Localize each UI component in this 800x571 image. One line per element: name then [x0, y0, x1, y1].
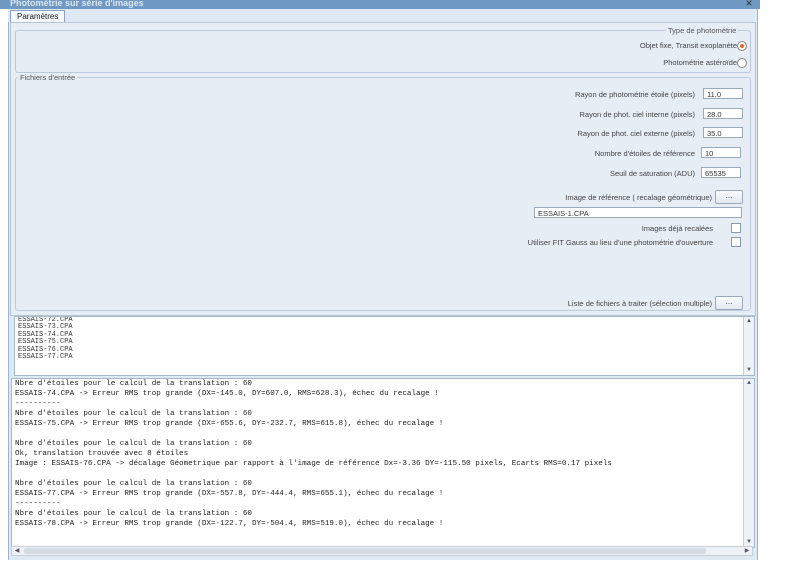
- log-line: Ok, translation trouvée avec 8 étoiles: [15, 450, 189, 458]
- desktop-strip: [0, 562, 800, 571]
- log-output[interactable]: Nbre d'étoiles pour le calcul de la tran…: [11, 378, 755, 548]
- parameters-panel: Type de photométrie Objet fixe, Transit …: [10, 22, 756, 316]
- log-line: Nbre d'étoiles pour le calcul de la tran…: [15, 510, 252, 518]
- log-line: Nbre d'étoiles pour le calcul de la tran…: [15, 480, 252, 488]
- reference-image-input[interactable]: ESSAIS-1.CPA: [534, 207, 742, 218]
- sky-inner-radius-input[interactable]: 28.0: [703, 108, 743, 119]
- tab-parametres[interactable]: Paramètres: [10, 10, 66, 22]
- reference-stars-input[interactable]: 10: [701, 147, 741, 158]
- log-line: Nbre d'étoiles pour le calcul de la tran…: [15, 440, 252, 448]
- sky-outer-radius-label: Rayon de phot. ciel externe (pixels): [577, 129, 695, 138]
- list-item[interactable]: ESSAIS-72.CPA: [15, 317, 754, 324]
- scroll-thumb[interactable]: [24, 548, 706, 554]
- log-line: Nbre d'étoiles pour le calcul de la tran…: [15, 410, 252, 418]
- option-asteroid-label: Photométrie astéroïde: [663, 58, 737, 67]
- file-list-label: Liste de fichiers à traiter (sélection m…: [567, 299, 712, 308]
- list-item[interactable]: ESSAIS-77.CPA: [15, 353, 754, 361]
- saturation-label: Seuil de saturation (ADU): [609, 169, 695, 178]
- list-item[interactable]: ESSAIS-76.CPA: [15, 346, 754, 354]
- star-radius-label: Rayon de photométrie étoile (pixels): [574, 90, 695, 99]
- log-line: ESSAIS-75.CPA -> Erreur RMS trop grande …: [15, 420, 444, 428]
- scroll-up-icon[interactable]: ▲: [744, 379, 754, 388]
- list-item[interactable]: ESSAIS-73.CPA: [15, 323, 754, 331]
- radio-asteroid[interactable]: [737, 58, 747, 68]
- log-line: ----------: [15, 400, 61, 408]
- tab-bar: Paramètres: [8, 9, 756, 22]
- log-horizontal-scrollbar[interactable]: ◀ ▶: [11, 546, 753, 556]
- scroll-left-icon[interactable]: ◀: [12, 547, 22, 555]
- scroll-up-icon[interactable]: ▲: [744, 317, 754, 326]
- title-bar: Photométrie sur série d'images: [0, 0, 760, 9]
- reference-image-label: Image de référence ( recalage géométriqu…: [565, 193, 712, 202]
- already-registered-label: Images déjà recalées: [641, 224, 713, 233]
- window-title: Photométrie sur série d'images: [10, 0, 144, 8]
- close-button[interactable]: ×: [742, 0, 756, 9]
- log-line: ----------: [15, 500, 61, 508]
- photometry-type-legend: Type de photométrie: [668, 26, 737, 35]
- reference-stars-label: Nombre d'étoiles de référence: [594, 149, 695, 158]
- scroll-right-icon[interactable]: ▶: [742, 547, 752, 555]
- option-fixed-object-label: Objet fixe, Transit exoplanète: [639, 41, 737, 50]
- file-list-scrollbar[interactable]: ▲ ▼: [743, 317, 754, 375]
- log-line: ESSAIS-78.CPA -> Erreur RMS trop grande …: [15, 520, 444, 528]
- saturation-input[interactable]: 65535: [701, 167, 741, 178]
- input-files-group: Fichiers d'entrée: [15, 73, 751, 311]
- list-item[interactable]: ESSAIS-75.CPA: [15, 338, 754, 346]
- gaussian-fit-label: Utiliser FIT Gauss au lieu d'une photomé…: [527, 238, 713, 247]
- log-line: Nbre d'étoiles pour le calcul de la tran…: [15, 380, 252, 388]
- log-line: Image : ESSAIS-76.CPA -> décalage Géomet…: [15, 460, 612, 468]
- gaussian-fit-checkbox[interactable]: [731, 237, 741, 247]
- log-line: ESSAIS-74.CPA -> Erreur RMS trop grande …: [15, 390, 439, 398]
- already-registered-checkbox[interactable]: [731, 223, 741, 233]
- radio-fixed-object[interactable]: [737, 41, 747, 51]
- log-scrollbar[interactable]: ▲ ▼: [743, 379, 754, 547]
- sky-inner-radius-label: Rayon de phot. ciel interne (pixels): [579, 110, 695, 119]
- scroll-down-icon[interactable]: ▼: [744, 366, 754, 375]
- input-files-legend: Fichiers d'entrée: [20, 73, 76, 82]
- star-radius-input[interactable]: 11.0: [703, 88, 743, 99]
- reference-image-browse-button[interactable]: ...: [715, 190, 743, 204]
- log-line: ESSAIS-77.CPA -> Erreur RMS trop grande …: [15, 490, 444, 498]
- file-list-browse-button[interactable]: ...: [715, 296, 743, 310]
- list-item[interactable]: ESSAIS-74.CPA: [15, 331, 754, 339]
- sky-outer-radius-input[interactable]: 35.0: [703, 127, 743, 138]
- file-list[interactable]: ESSAIS-72.CPA ESSAIS-73.CPA ESSAIS-74.CP…: [14, 316, 755, 376]
